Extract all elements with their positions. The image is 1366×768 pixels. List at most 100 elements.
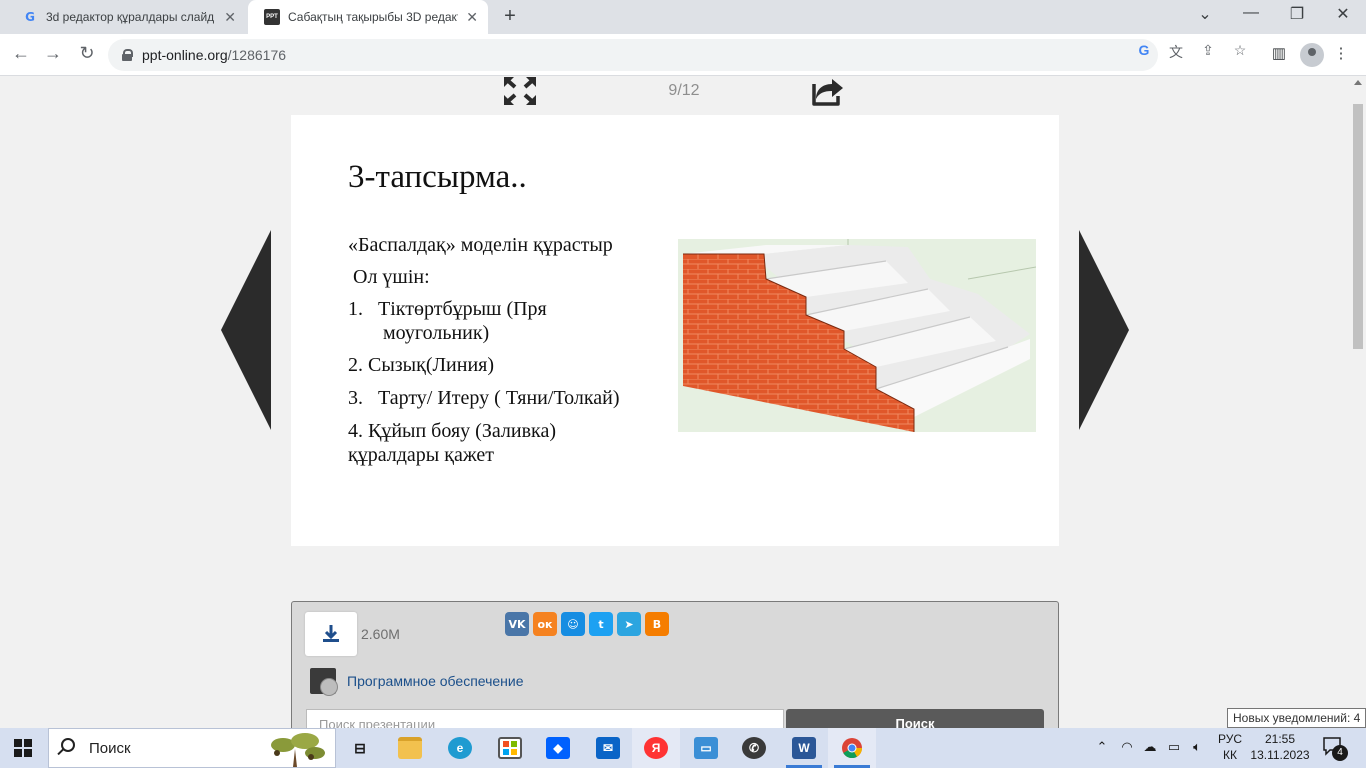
side-panel-icon[interactable]: ▥ [1268, 44, 1290, 62]
browser-toolbar: ← → ↻ ppt-online.org/1286176 G 文 ⇪ ☆ ▥ ⋮ [0, 34, 1366, 76]
twitter-icon[interactable]: t [589, 612, 613, 636]
show-hidden-icons-chevron-icon[interactable]: ⌃ [1092, 739, 1112, 755]
lock-icon[interactable] [122, 49, 133, 61]
vk-icon[interactable]: VK [505, 612, 529, 636]
fullscreen-expand-icon[interactable] [503, 76, 537, 106]
category-link[interactable]: Программное обеспечение [347, 673, 524, 689]
close-window-button[interactable]: ✕ [1320, 4, 1366, 24]
social-label: ок [537, 617, 553, 631]
volume-icon[interactable]: 🔈︎ [1187, 739, 1207, 755]
share-icon[interactable] [810, 76, 844, 106]
slide-title: 3-тапсырма.. [348, 159, 527, 195]
slide-text-line: 3. Тарту/ Итеру ( Тяни/Толкай) [348, 387, 620, 409]
remote-desktop-icon[interactable]: ▭ [682, 728, 730, 768]
url-path: /1286176 [227, 47, 287, 63]
presentation-info-panel: 2.60M VK ок ☺ t ➤ B Программное обеспече… [291, 601, 1059, 728]
slide-text-line: 1. Тіктөртбұрыш (Пря [348, 298, 547, 320]
google-lens-icon[interactable]: G [1134, 42, 1154, 58]
social-label: B [652, 617, 662, 631]
download-button[interactable] [305, 612, 357, 656]
task-view-icon[interactable]: ⊟ [336, 728, 384, 768]
tab-ppt-online[interactable]: PPT Сабақтың тақырыбы 3D редактор ✕ [248, 0, 488, 34]
language-line: РУС [1217, 732, 1243, 746]
windows-taskbar: Поиск ⊟ e ◆ ✉ Я ▭ ✆ W ⌃ ◠ ☁ ▭ 🔈︎ РУС КК … [0, 728, 1366, 768]
file-size: 2.60M [361, 626, 400, 642]
ppt-online-icon: PPT [264, 9, 280, 25]
social-label: VK [508, 617, 526, 631]
restore-button[interactable]: ❐ [1274, 4, 1320, 24]
odnoklassniki-icon[interactable]: ок [533, 612, 557, 636]
search-button[interactable]: Поиск [786, 709, 1044, 728]
language-line: КК [1223, 748, 1237, 762]
social-label: t [598, 617, 604, 631]
slide-text-line: Ол үшін: [348, 266, 430, 288]
network-icon[interactable]: ◠ [1117, 739, 1137, 755]
profile-avatar[interactable] [1300, 43, 1324, 67]
clock-time: 21:55 [1264, 732, 1296, 746]
close-tab-icon[interactable]: ✕ [224, 9, 236, 26]
taskbar-search-box[interactable]: Поиск [48, 728, 336, 768]
yandex-browser-icon[interactable]: Я [632, 728, 680, 768]
bookmark-star-icon[interactable]: ☆ [1230, 42, 1250, 59]
slide-text-line: моугольник) [348, 322, 490, 344]
search-icon [61, 738, 75, 752]
battery-icon[interactable]: ▭ [1164, 739, 1184, 755]
windows-start-icon[interactable] [14, 739, 32, 757]
address-bar[interactable]: ppt-online.org/1286176 [108, 39, 1158, 71]
scroll-thumb[interactable] [1353, 104, 1363, 349]
translate-icon[interactable]: 文 [1166, 42, 1186, 62]
mailru-icon[interactable]: ☺ [561, 612, 585, 636]
slide-text-line: «Баспалдақ» моделін құрастыр [348, 234, 613, 256]
blogger-icon[interactable]: B [645, 612, 669, 636]
slide-text-line: құралдары қажет [348, 444, 495, 466]
edge-browser-icon[interactable]: e [436, 728, 484, 768]
mail-icon[interactable]: ✉ [584, 728, 632, 768]
clock[interactable]: 21:55 13.11.2023 [1250, 731, 1310, 763]
minimize-button[interactable]: — [1228, 4, 1274, 22]
tab-google-search[interactable]: G 3d редактор құралдары слайд ✕ [6, 0, 246, 34]
notification-count-badge: 4 [1332, 745, 1348, 761]
search-highlight-tree-icon [271, 733, 325, 767]
file-explorer-icon[interactable] [386, 728, 434, 768]
clock-date: 13.11.2023 [1250, 748, 1310, 762]
slide-text-line: 2. Сызық(Линия) [348, 354, 495, 376]
google-g-icon: G [25, 10, 35, 24]
slide: 3-тапсырма.. «Баспалдақ» моделін құрасты… [291, 115, 1059, 546]
new-tab-button[interactable]: + [498, 5, 522, 28]
forward-button[interactable]: → [41, 43, 65, 64]
page-scrollbar[interactable] [1350, 76, 1366, 728]
slide-counter: 9/12 [668, 82, 700, 99]
presentation-search-input[interactable]: Поиск презентации [306, 709, 784, 728]
dropbox-icon[interactable]: ◆ [534, 728, 582, 768]
menu-kebab-icon[interactable]: ⋮ [1330, 44, 1352, 62]
reload-button[interactable]: ↻ [75, 43, 99, 64]
staircase-image [678, 239, 1036, 432]
onedrive-icon[interactable]: ☁ [1140, 739, 1160, 755]
url-host: ppt-online.org [142, 47, 228, 63]
whatsapp-icon[interactable]: ✆ [730, 728, 778, 768]
social-label: ☺ [567, 617, 579, 631]
back-button[interactable]: ← [9, 43, 33, 64]
close-tab-icon[interactable]: ✕ [466, 9, 478, 26]
previous-slide-arrow[interactable] [221, 230, 271, 430]
slide-text-line: 4. Құйып бояу (Заливка) [348, 420, 556, 442]
share-page-icon[interactable]: ⇪ [1198, 42, 1218, 59]
tab-title: 3d редактор құралдары слайд [46, 10, 215, 24]
notification-center-button[interactable]: 4 [1322, 736, 1348, 761]
software-category-icon [310, 668, 338, 696]
notification-tooltip: Новых уведомлений: 4 [1227, 708, 1366, 728]
tab-strip: G 3d редактор құралдары слайд ✕ PPT Саба… [0, 0, 1366, 34]
microsoft-store-icon[interactable] [486, 728, 534, 768]
language-indicator[interactable]: РУС КК [1214, 731, 1246, 763]
telegram-icon[interactable]: ➤ [617, 612, 641, 636]
word-icon[interactable]: W [780, 728, 828, 768]
chrome-icon[interactable] [828, 728, 876, 768]
tab-search-chevron-icon[interactable]: ⌄ [1182, 4, 1228, 24]
tab-title: Сабақтың тақырыбы 3D редактор [288, 10, 458, 24]
taskbar-search-label: Поиск [89, 740, 131, 757]
page-content: 9/12 3-тапсырма.. «Баспалдақ» моделін құ… [0, 76, 1350, 728]
next-slide-arrow[interactable] [1079, 230, 1129, 430]
download-icon [323, 625, 339, 642]
scroll-up-arrow-icon[interactable] [1354, 80, 1362, 85]
social-label: ➤ [624, 617, 634, 631]
